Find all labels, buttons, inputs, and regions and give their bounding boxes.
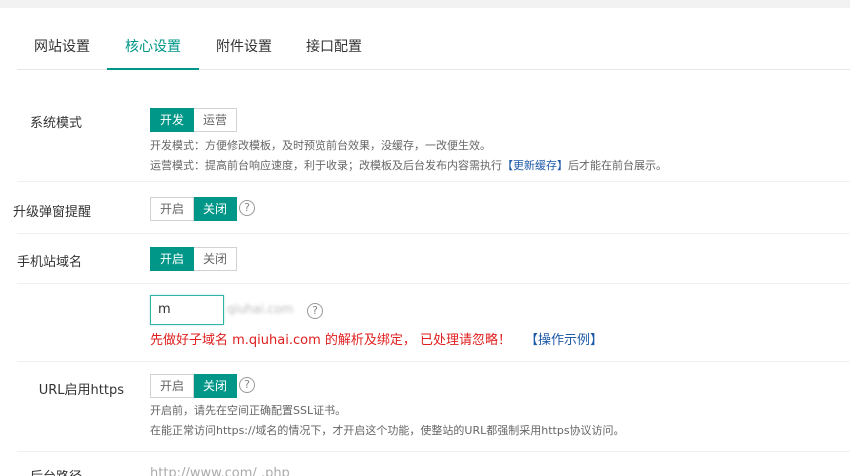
- system-mode-ops-tip-prefix: 运营模式：提高前台响应速度，利于收录；改模板及后台发布内容需执行: [150, 159, 502, 172]
- mobile-subdomain-input[interactable]: m: [150, 295, 224, 325]
- admin-path-label: 后台路径: [0, 466, 82, 476]
- upgrade-popup-label: 升级弹窗提醒: [12, 205, 91, 220]
- refresh-cache-link[interactable]: 【更新缓存】: [502, 159, 568, 172]
- operation-example-link[interactable]: 【操作示例】: [525, 333, 603, 348]
- settings-panel: 网站设置 核心设置 附件设置 接口配置 系统模式 开发 运营 开发模式：方便修改…: [0, 8, 850, 476]
- upgrade-popup-switch: 开启 关闭: [150, 197, 238, 221]
- system-mode-row: 系统模式 开发 运营 开发模式：方便修改模板，及时预览前台效果，没缓存，一改便生…: [17, 92, 850, 182]
- mobile-domain-label: 手机站域名: [16, 255, 82, 270]
- https-on-button[interactable]: 开启: [150, 374, 195, 398]
- domain-suffix-text: qiuhai.com: [227, 302, 294, 316]
- https-label: URL启用https: [38, 383, 124, 398]
- tab-bar: 网站设置 核心设置 附件设置 接口配置: [17, 30, 850, 70]
- https-off-button[interactable]: 关闭: [194, 374, 238, 398]
- admin-path-value[interactable]: http://www.com/ .php: [150, 466, 290, 476]
- https-tip-force: 在能正常访问https://域名的情况下，才开启这个功能，使整站的URL都强制采…: [150, 424, 625, 437]
- system-mode-ops-tip: 运营模式：提高前台响应速度，利于收录；改模板及后台发布内容需执行【更新缓存】后才…: [150, 157, 667, 173]
- https-switch: 开启 关闭: [150, 374, 238, 398]
- upgrade-popup-on-button[interactable]: 开启: [150, 197, 195, 221]
- system-mode-ops-button[interactable]: 运营: [194, 108, 238, 132]
- system-mode-dev-tip: 开发模式：方便修改模板，及时预览前台效果，没缓存，一改便生效。: [150, 139, 491, 152]
- tab-attachment-settings[interactable]: 附件设置: [199, 30, 289, 70]
- system-mode-dev-button[interactable]: 开发: [150, 108, 195, 132]
- mobile-domain-warning-text: 先做好子域名 m.qiuhai.com 的解析及绑定， 已处理请忽略！: [150, 333, 512, 348]
- mobile-domain-help-icon[interactable]: ?: [307, 303, 323, 319]
- mobile-domain-off-button[interactable]: 关闭: [194, 247, 238, 271]
- top-strip: [0, 0, 850, 8]
- https-tip-ssl: 开启前，请先在空间正确配置SSL证书。: [150, 404, 347, 417]
- system-mode-ops-tip-suffix: 后才能在前台展示。: [568, 159, 667, 172]
- mobile-domain-switch: 开启 关闭: [150, 247, 238, 271]
- tab-api-config[interactable]: 接口配置: [289, 30, 379, 70]
- upgrade-popup-row: 升级弹窗提醒 开启 关闭 ?: [13, 182, 850, 234]
- upgrade-popup-help-icon[interactable]: ?: [239, 200, 255, 216]
- mobile-domain-input-row: m qiuhai.com ? 先做好子域名 m.qiuhai.com 的解析及绑…: [17, 284, 850, 362]
- upgrade-popup-off-button[interactable]: 关闭: [194, 197, 238, 221]
- mobile-domain-warning: 先做好子域名 m.qiuhai.com 的解析及绑定， 已处理请忽略！ 【操作示例…: [150, 329, 603, 348]
- https-row: URL启用https 开启 关闭 ? 开启前，请先在空间正确配置SSL证书。 在…: [17, 362, 850, 452]
- mobile-domain-row: 手机站域名 开启 关闭: [17, 234, 850, 284]
- system-mode-switch: 开发 运营: [150, 108, 238, 132]
- mobile-domain-on-button[interactable]: 开启: [150, 247, 195, 271]
- tab-core-settings[interactable]: 核心设置: [107, 30, 199, 70]
- tab-website-settings[interactable]: 网站设置: [17, 30, 107, 70]
- system-mode-label: 系统模式: [29, 116, 82, 131]
- https-help-icon[interactable]: ?: [239, 377, 255, 393]
- admin-path-row: 后台路径 http://www.com/ .php: [17, 452, 850, 476]
